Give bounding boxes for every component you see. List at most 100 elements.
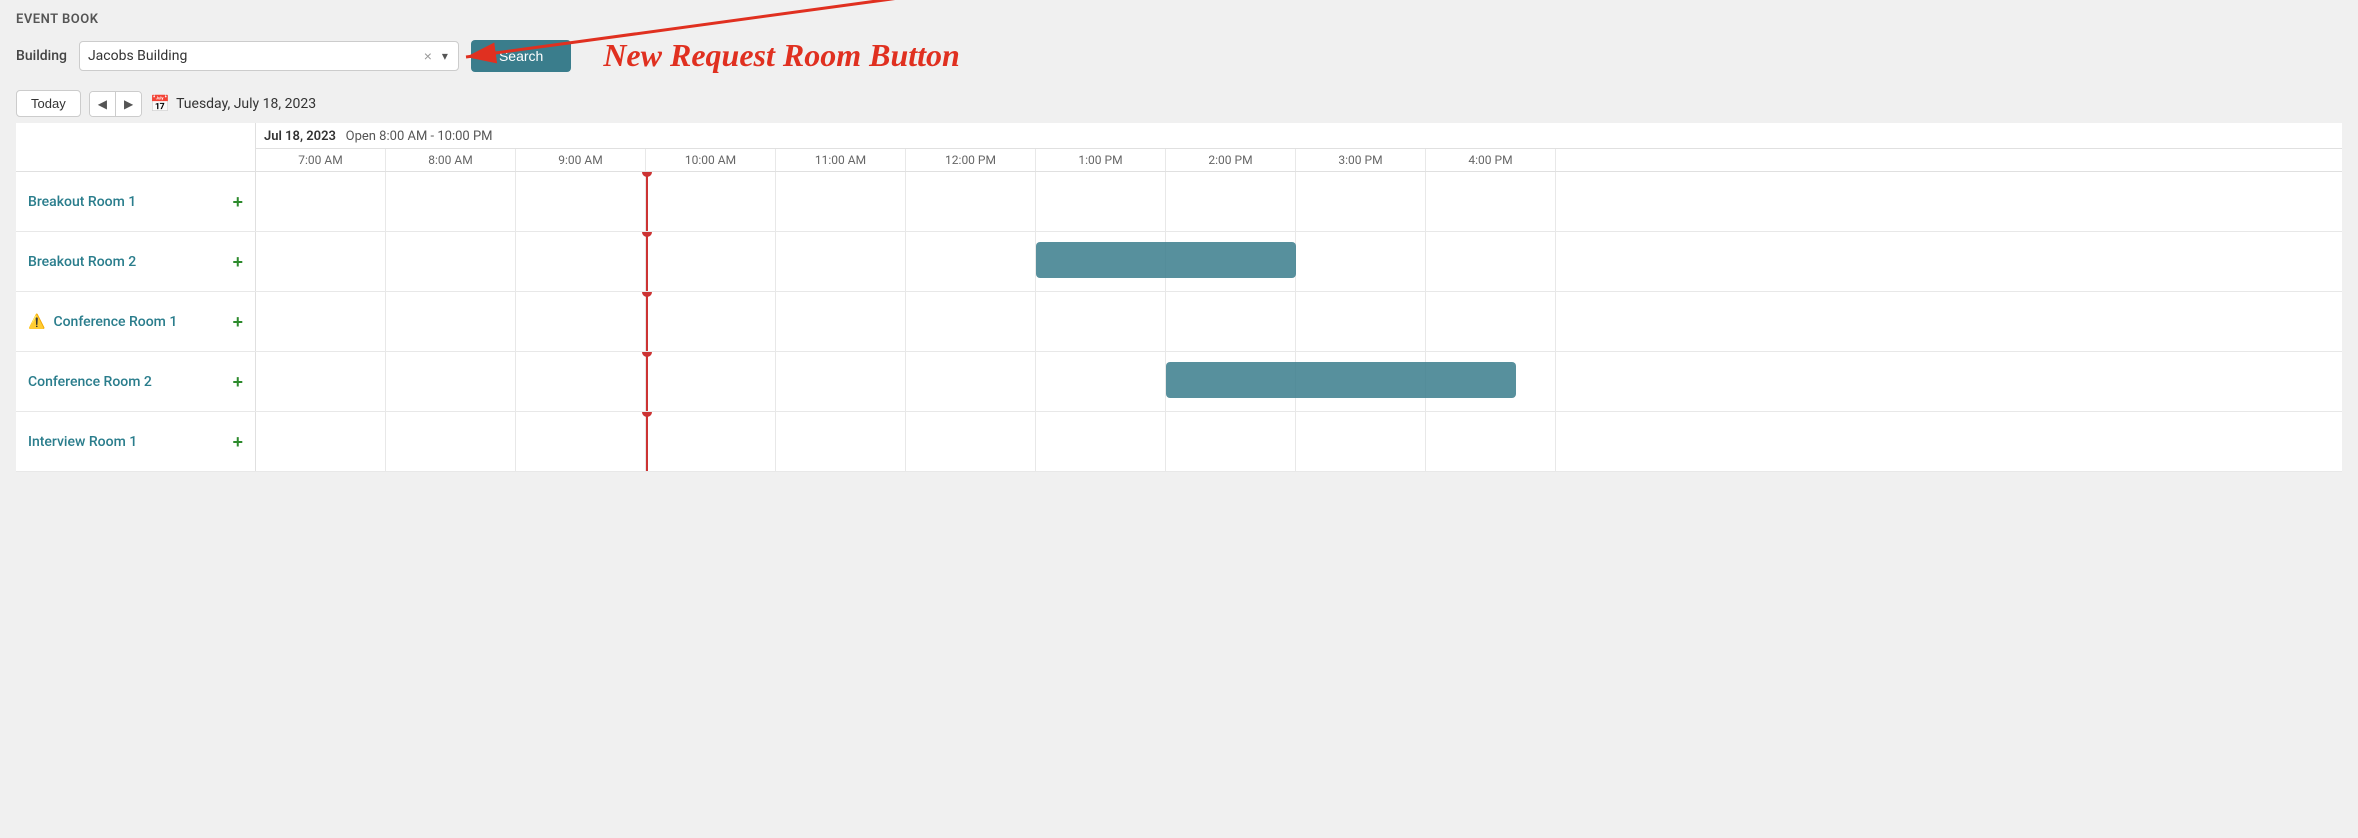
grid-cell: [1296, 292, 1426, 351]
room-name-cell: Interview Room 1 +: [16, 412, 256, 471]
grid-cell: [1426, 412, 1556, 471]
grid-cell: [1166, 172, 1296, 231]
grid-cell: [256, 352, 386, 411]
current-time-dot: [642, 172, 652, 177]
grid-cell: [1296, 412, 1426, 471]
room-name-cell: Breakout Room 1 +: [16, 172, 256, 231]
add-room-event-button[interactable]: +: [232, 253, 243, 271]
nav-arrows: ◀ ▶: [89, 91, 142, 117]
room-name-cell: Conference Room 2 +: [16, 352, 256, 411]
room-timeline[interactable]: [256, 172, 2342, 231]
time-label: 12:00 PM: [906, 149, 1036, 171]
grid-cell: [646, 232, 776, 291]
building-clear-button[interactable]: ×: [422, 48, 434, 64]
room-name-text: Conference Room 1: [53, 314, 224, 330]
building-select[interactable]: Jacobs Building × ▾: [79, 41, 459, 71]
current-time-line: [646, 232, 648, 291]
building-select-value: Jacobs Building: [88, 48, 422, 64]
grid-cell: [1036, 292, 1166, 351]
time-labels-row: 7:00 AM8:00 AM9:00 AM10:00 AM11:00 AM12:…: [256, 149, 2342, 171]
current-time-line: [646, 172, 648, 231]
today-button[interactable]: Today: [16, 90, 81, 117]
room-row: ⚠️ Conference Room 1 +: [16, 292, 2342, 352]
grid-cell: [386, 292, 516, 351]
grid-cell: [1036, 412, 1166, 471]
building-dropdown-button[interactable]: ▾: [440, 49, 450, 63]
current-time-dot: [642, 352, 652, 357]
time-label: 11:00 AM: [776, 149, 906, 171]
grid-cell: [256, 172, 386, 231]
grid-cell: [1296, 172, 1426, 231]
calendar-icon: 📅: [150, 94, 170, 113]
annotation-text: New Request Room Button: [603, 37, 960, 74]
add-room-event-button[interactable]: +: [232, 433, 243, 451]
grid-cell: [646, 172, 776, 231]
grid-cell: [256, 412, 386, 471]
time-label: 1:00 PM: [1036, 149, 1166, 171]
room-row: Breakout Room 1 +: [16, 172, 2342, 232]
room-timeline[interactable]: [256, 412, 2342, 471]
grid-cell: [776, 172, 906, 231]
add-room-event-button[interactable]: +: [232, 373, 243, 391]
current-time-line: [646, 292, 648, 351]
grid-cell: [256, 292, 386, 351]
prev-button[interactable]: ◀: [90, 92, 116, 116]
add-room-event-button[interactable]: +: [232, 313, 243, 331]
grid-cell: [386, 172, 516, 231]
building-select-actions: × ▾: [422, 48, 450, 64]
grid-cell: [1426, 292, 1556, 351]
grid-cell: [1426, 172, 1556, 231]
time-label: 3:00 PM: [1296, 149, 1426, 171]
room-timeline[interactable]: [256, 232, 2342, 291]
room-name-cell: Breakout Room 2 +: [16, 232, 256, 291]
current-date-text: Tuesday, July 18, 2023: [176, 96, 316, 112]
next-button[interactable]: ▶: [116, 92, 141, 116]
event-block[interactable]: [1036, 242, 1296, 278]
grid-cell: [906, 172, 1036, 231]
grid-lines: [256, 292, 2342, 351]
grid-cell: [516, 412, 646, 471]
room-name-text: Interview Room 1: [28, 434, 224, 450]
time-label: 4:00 PM: [1426, 149, 1556, 171]
grid-cell: [646, 292, 776, 351]
grid-cell: [646, 352, 776, 411]
grid-cell: [516, 232, 646, 291]
room-name-text: Breakout Room 2: [28, 254, 224, 270]
room-timeline[interactable]: [256, 292, 2342, 351]
calendar-body: Breakout Room 1 + Breakout Room 2 + ⚠️ Confer…: [16, 172, 2342, 472]
grid-lines: [256, 172, 2342, 231]
room-row: Interview Room 1 +: [16, 412, 2342, 472]
time-label: 7:00 AM: [256, 149, 386, 171]
warning-icon: ⚠️: [28, 314, 45, 330]
grid-lines: [256, 412, 2342, 471]
current-time-dot: [642, 412, 652, 417]
grid-cell: [1166, 292, 1296, 351]
calendar-header: Jul 18, 2023 Open 8:00 AM - 10:00 PM 7:0…: [16, 123, 2342, 172]
grid-cell: [776, 232, 906, 291]
grid-cell: [1296, 232, 1426, 291]
app-title: EVENT BOOK: [16, 12, 2342, 27]
event-block[interactable]: [1166, 362, 1516, 398]
grid-cell: [776, 352, 906, 411]
room-timeline[interactable]: [256, 352, 2342, 411]
room-name-text: Conference Room 2: [28, 374, 224, 390]
grid-cell: [776, 292, 906, 351]
room-row: Breakout Room 2 +: [16, 232, 2342, 292]
grid-cell: [386, 232, 516, 291]
room-row: Conference Room 2 +: [16, 352, 2342, 412]
current-time-dot: [642, 292, 652, 297]
time-label: 10:00 AM: [646, 149, 776, 171]
grid-cell: [1036, 352, 1166, 411]
grid-cell: [386, 352, 516, 411]
grid-cell: [1036, 172, 1166, 231]
grid-cell: [1426, 232, 1556, 291]
grid-cell: [516, 292, 646, 351]
add-room-event-button[interactable]: +: [232, 193, 243, 211]
search-button[interactable]: Search: [471, 40, 571, 72]
grid-lines: [256, 232, 2342, 291]
room-name-text: Breakout Room 1: [28, 194, 224, 210]
grid-cell: [906, 412, 1036, 471]
grid-cell: [516, 172, 646, 231]
grid-cell: [1166, 412, 1296, 471]
grid-cell: [646, 412, 776, 471]
